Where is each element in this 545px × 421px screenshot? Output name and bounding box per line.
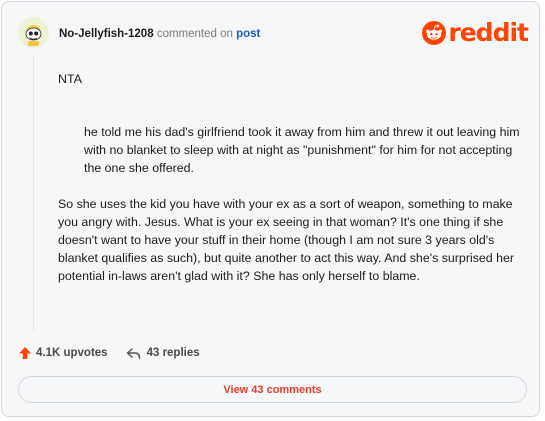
reddit-alien-icon (422, 21, 447, 45)
comment-paragraph: So she uses the kid you have with your e… (58, 197, 515, 283)
view-comments-button[interactable]: View 43 comments (18, 376, 527, 403)
reddit-logo[interactable]: reddit (422, 18, 529, 47)
comment-body: NTA he told me his dad's girlfriend took… (58, 70, 524, 285)
reply-count: 43 replies (146, 347, 200, 359)
upvote-arrow-icon (19, 347, 31, 359)
reddit-wordmark: reddit (448, 18, 529, 47)
reply-arrow-icon (126, 347, 140, 359)
avatar[interactable] (18, 17, 49, 48)
post-link[interactable]: post (236, 28, 260, 40)
commented-on-label: commented on (156, 28, 233, 40)
upvote-count: 4.1K upvotes (36, 347, 108, 359)
comment-meta: No-Jellyfish-1208 commented on post (59, 28, 260, 40)
username-link[interactable]: No-Jellyfish-1208 (59, 28, 154, 40)
comment-quote: he told me his dad's girlfriend took it … (84, 125, 520, 175)
comment-header: No-Jellyfish-1208 commented on post redd… (18, 17, 529, 51)
replies-button[interactable]: 43 replies (126, 347, 200, 360)
upvote-button[interactable]: 4.1K upvotes (18, 346, 108, 360)
thread-line[interactable] (33, 56, 34, 331)
comment-card: No-Jellyfish-1208 commented on post redd… (1, 1, 540, 417)
snoo-avatar-icon (18, 17, 49, 48)
comment-actions: 4.1K upvotes 43 replies (18, 344, 200, 362)
comment-opening: NTA (58, 72, 82, 86)
